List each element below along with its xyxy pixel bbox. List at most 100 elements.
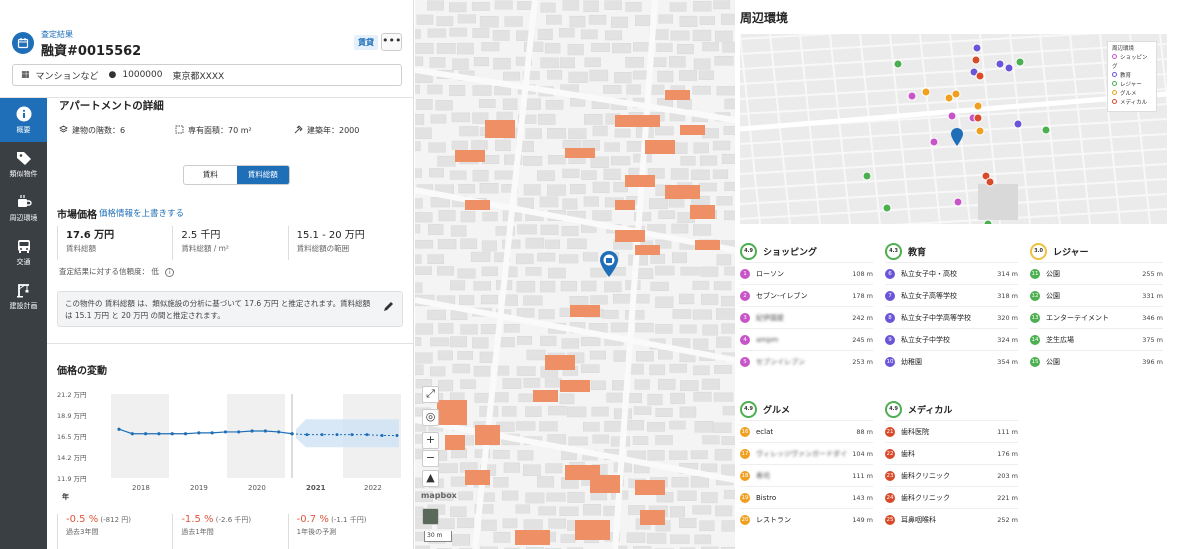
coffee-icon <box>16 194 32 210</box>
map-building <box>699 155 718 166</box>
poi-name: エンターテイメント <box>1046 313 1109 322</box>
map-building <box>539 280 556 293</box>
info-small-icon[interactable]: i <box>165 268 175 277</box>
poi-row[interactable]: 20 レストラン 149 m <box>740 508 873 530</box>
more-button[interactable]: ••• <box>381 33 402 51</box>
poi-row[interactable]: 7 私立女子高等学校 318 m <box>885 284 1018 306</box>
highlighted-building <box>665 90 690 100</box>
map-building <box>633 42 651 52</box>
map-building <box>702 324 719 336</box>
poi-row[interactable]: 17 ヴィレッジヴァンガードダイナー 104 m <box>740 442 873 464</box>
map-building <box>516 280 536 293</box>
poi-row[interactable]: 14 芝生広場 375 m <box>1030 328 1163 350</box>
poi-row[interactable]: 18 寿司 111 m <box>740 464 873 486</box>
poi-row[interactable]: 5 セブンイレブン 253 m <box>740 350 873 372</box>
minimap-block <box>978 184 1018 220</box>
fullscreen-button[interactable]: ⤢ <box>422 386 439 403</box>
poi-number: 8 <box>885 312 895 323</box>
poi-marker <box>975 71 985 81</box>
poi-row[interactable]: 19 Bistro 143 m <box>740 486 873 508</box>
poi-dot <box>1004 63 1014 73</box>
poi-row[interactable]: 3 紀伊国屋 242 m <box>740 306 873 328</box>
property-summary-field[interactable]: ▦ マンションなど ● 1000000 東京都XXXX <box>12 64 402 86</box>
map-building <box>471 2 490 11</box>
poi-row[interactable]: 12 公園 331 m <box>1030 284 1163 306</box>
poi-distance: 255 m <box>1142 269 1163 278</box>
nav-item-surroundings[interactable]: 周辺環境 <box>0 186 47 230</box>
stat-value: 2.5 千円 <box>181 230 221 241</box>
override-price-link[interactable]: 価格情報を上書きする <box>99 207 184 219</box>
property-map-marker[interactable] <box>598 250 620 282</box>
poi-row[interactable]: 2 セブン-イレブン 178 m <box>740 284 873 306</box>
poi-row[interactable]: 4 ampm 245 m <box>740 328 873 350</box>
map-building <box>669 2 687 12</box>
poi-row[interactable]: 24 歯科クリニック 221 m <box>885 486 1018 508</box>
highlighted-building <box>560 380 590 392</box>
price-change-stats: -0.5 % (-812 円) 過去3年間 -1.5 % (-2.6 千円) 過… <box>57 514 403 549</box>
compass-button[interactable]: ▲ <box>422 470 439 487</box>
poi-row[interactable]: 11 公園 255 m <box>1030 262 1163 284</box>
history-point <box>277 430 281 434</box>
left-panel: 査定結果 融資#0015562 賃貸 ••• ▦ マンションなど ● 10000… <box>0 0 414 549</box>
poi-row[interactable]: 21 歯科医院 111 m <box>885 420 1018 442</box>
poi-row[interactable]: 22 歯科 176 m <box>885 442 1018 464</box>
map-building <box>690 450 708 460</box>
poi-row[interactable]: 25 耳鼻咽喉科 252 m <box>885 508 1018 530</box>
nav-item-transport[interactable]: 交通 <box>0 230 47 274</box>
map-building <box>516 366 536 376</box>
forecast-point <box>290 432 294 436</box>
poi-dot <box>907 91 917 101</box>
nav-item-construction[interactable]: 建設計画 <box>0 274 47 318</box>
map-building <box>693 0 712 12</box>
highlighted-building <box>690 205 715 219</box>
poi-row[interactable]: 16 eclat 88 m <box>740 420 873 442</box>
map-building <box>537 476 555 488</box>
nav-label: 建設計画 <box>9 302 38 310</box>
poi-name: 私立女子中学校 <box>901 335 950 344</box>
poi-number: 2 <box>740 290 750 301</box>
map-building <box>452 534 470 546</box>
property-location: 東京都XXXX <box>172 71 225 82</box>
zoom-out-button[interactable]: − <box>422 450 439 467</box>
surroundings-title: 周辺環境 <box>740 11 789 25</box>
map-building <box>415 56 424 66</box>
poi-row[interactable]: 10 幼稚園 354 m <box>885 350 1018 372</box>
highlighted-building <box>680 125 705 135</box>
poi-row[interactable]: 15 公園 396 m <box>1030 350 1163 372</box>
locate-button[interactable]: ◎ <box>422 409 439 426</box>
poi-row[interactable]: 8 私立女子中学高等学校 320 m <box>885 306 1018 328</box>
poi-distance: 252 m <box>997 515 1018 524</box>
map-building <box>627 420 644 431</box>
nav-item-overview[interactable]: 概要 <box>0 98 47 142</box>
satellite-toggle[interactable] <box>422 508 439 525</box>
map-building <box>493 477 509 488</box>
poi-row[interactable]: 23 歯科クリニック 203 m <box>885 464 1018 486</box>
map-building <box>415 224 421 234</box>
poi-row[interactable]: 9 私立女子中学校 324 m <box>885 328 1018 350</box>
highlighted-building <box>533 390 558 402</box>
poi-dot <box>921 87 931 97</box>
map-building <box>523 519 543 530</box>
poi-name: Bistro <box>756 493 777 502</box>
poi-row[interactable]: 13 エンターテイメント 346 m <box>1030 306 1163 328</box>
zoom-in-button[interactable]: + <box>422 432 439 449</box>
highlighted-building <box>445 435 465 450</box>
poi-row[interactable]: 6 私立女子中・高校 314 m <box>885 262 1018 284</box>
map-building <box>540 57 559 69</box>
map-building <box>415 212 433 223</box>
poi-distance: 88 m <box>856 427 873 436</box>
poi-distance: 375 m <box>1142 335 1163 344</box>
map-building <box>581 170 597 180</box>
map-building <box>517 336 533 345</box>
poi-row[interactable]: 1 ローソン 108 m <box>740 262 873 284</box>
pencil-icon[interactable] <box>383 301 394 316</box>
tab-rent[interactable]: 賃料 <box>184 166 237 184</box>
map-building <box>721 464 735 476</box>
poi-dot <box>893 59 903 69</box>
map-view[interactable]: ⤢ ◎ + − ▲ mapbox 30 m <box>415 0 735 549</box>
poi-marker <box>893 59 903 69</box>
history-point <box>237 430 241 434</box>
tab-total-rent[interactable]: 賃料総額 <box>236 166 289 184</box>
nav-item-similar[interactable]: 類似物件 <box>0 142 47 186</box>
surroundings-minimap[interactable]: 周辺環境 ショッピング 教育 レジャー グルメ メディカル <box>740 34 1167 224</box>
